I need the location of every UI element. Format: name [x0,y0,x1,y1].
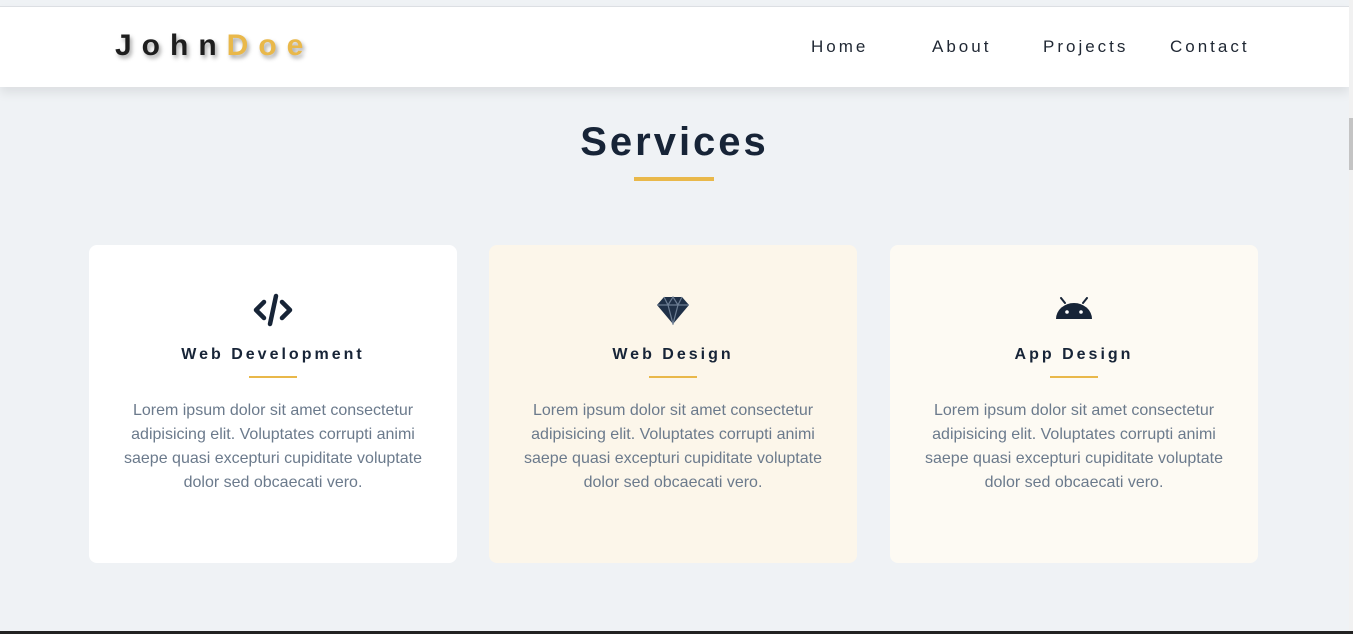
card-title: App Design [1014,346,1134,363]
nav-projects-link[interactable]: Projects [1043,37,1128,57]
android-icon [890,292,1258,328]
card-underline [649,376,697,378]
gem-icon [489,292,857,328]
section-title: Services [580,120,769,164]
nav-home-link[interactable]: Home [811,37,868,57]
scrollbar-thumb[interactable] [1349,118,1353,170]
service-card-web-design: Web Design Lorem ipsum dolor sit amet co… [489,245,857,563]
card-underline [1050,376,1098,378]
title-underline [634,177,714,181]
logo-first: John [115,29,227,62]
service-card-app-design: App Design Lorem ipsum dolor sit amet co… [890,245,1258,563]
card-description: Lorem ipsum dolor sit amet consectetur a… [925,402,1223,491]
card-title: Web Design [612,346,734,363]
logo-second: Doe [226,29,314,62]
card-description: Lorem ipsum dolor sit amet consectetur a… [524,402,822,491]
navbar: JohnDoe Home About Projects Contact [0,6,1349,87]
page-scrollbar[interactable] [1349,0,1353,634]
card-description: Lorem ipsum dolor sit amet consectetur a… [124,402,422,491]
nav-contact-link[interactable]: Contact [1170,37,1250,57]
service-card-web-development: Web Development Lorem ipsum dolor sit am… [89,245,457,563]
nav-about-link[interactable]: About [932,37,991,57]
card-title: Web Development [181,346,365,363]
logo[interactable]: JohnDoe [115,29,313,63]
card-underline [249,376,297,378]
code-icon [89,292,457,328]
